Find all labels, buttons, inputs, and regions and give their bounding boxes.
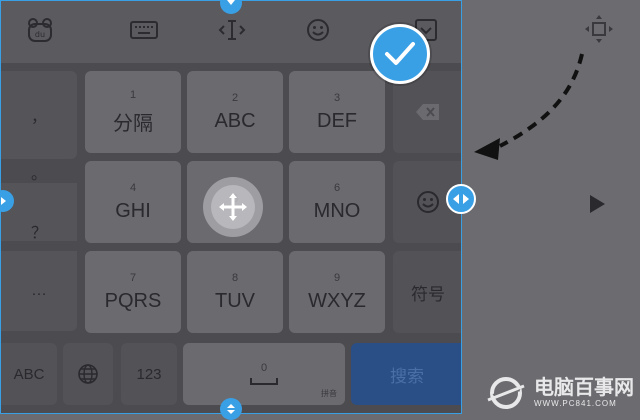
space-bar-icon	[250, 378, 278, 385]
resize-mode-icon	[584, 14, 614, 44]
key-3[interactable]: 3 DEF	[289, 71, 385, 153]
watermark: 电脑百事网 WWW.PC841.COM	[484, 376, 634, 410]
key-6[interactable]: 6 MNO	[289, 161, 385, 243]
key-number: 9	[333, 271, 341, 284]
key-number: 8	[231, 271, 239, 284]
key-8[interactable]: 8 TUV	[187, 251, 283, 333]
key-ellipsis[interactable]: …	[1, 251, 77, 331]
backspace-icon	[416, 104, 439, 120]
key-label: TUV	[215, 289, 255, 312]
svg-text:du: du	[35, 30, 45, 39]
key-4[interactable]: 4 GHI	[85, 161, 181, 243]
pinyin-label: 拼音	[321, 389, 337, 398]
key-question[interactable]: ？	[1, 211, 77, 251]
arrow-right-icon	[1, 197, 6, 205]
space-number: 0	[260, 362, 268, 374]
du-logo-icon[interactable]: du	[25, 15, 55, 45]
key-label: GHI	[115, 199, 151, 222]
key-label: PQRS	[104, 289, 162, 312]
key-number: 2	[231, 91, 239, 104]
confirm-button[interactable]	[370, 24, 430, 84]
arrow-down-icon	[227, 0, 235, 5]
key-number: 3	[333, 91, 341, 104]
key-label: MNO	[313, 199, 361, 222]
key-number: 6	[333, 181, 341, 194]
key-number: 7	[129, 271, 137, 284]
globe-key[interactable]	[63, 343, 113, 405]
search-key[interactable]: 搜索	[351, 343, 461, 405]
emoji-icon[interactable]	[303, 15, 333, 45]
keyboard-icon[interactable]	[129, 15, 159, 45]
key-number: 1	[129, 88, 137, 101]
play-icon	[588, 194, 606, 219]
key-label: WXYZ	[308, 289, 366, 312]
key-number: 4	[129, 181, 137, 194]
key-label: 分隔	[113, 112, 153, 135]
check-icon	[385, 42, 415, 65]
key-label: ABC	[214, 109, 256, 132]
dashed-arrow-icon	[474, 53, 584, 160]
symbols-key[interactable]: 符号	[393, 251, 461, 333]
space-key[interactable]: 0 拼音	[183, 343, 345, 405]
move-arrows-icon	[219, 193, 247, 221]
globe-icon	[78, 364, 98, 384]
key-1[interactable]: 1 分隔	[85, 71, 181, 153]
key-comma[interactable]: ，	[1, 71, 77, 159]
arrow-up-down-icon	[227, 404, 235, 414]
key-7[interactable]: 7 PQRS	[85, 251, 181, 333]
watermark-brand: 电脑百事网	[534, 377, 634, 399]
key-period[interactable]: 。	[1, 161, 77, 183]
num-123-key[interactable]: 123	[121, 343, 177, 405]
move-handle[interactable]	[203, 177, 263, 237]
resize-right-handle[interactable]	[446, 184, 476, 214]
smiley-icon	[417, 191, 439, 213]
key-label: DEF	[317, 109, 357, 132]
watermark-url: WWW.PC841.COM	[534, 399, 617, 408]
resize-bottom-handle[interactable]	[220, 398, 242, 420]
watermark-logo-icon	[487, 377, 525, 409]
key-9[interactable]: 9 WXYZ	[289, 251, 385, 333]
key-2[interactable]: 2 ABC	[187, 71, 283, 153]
arrow-left-right-icon	[453, 194, 469, 204]
abc-key[interactable]: ABC	[1, 343, 57, 405]
cursor-move-icon[interactable]	[217, 15, 247, 45]
